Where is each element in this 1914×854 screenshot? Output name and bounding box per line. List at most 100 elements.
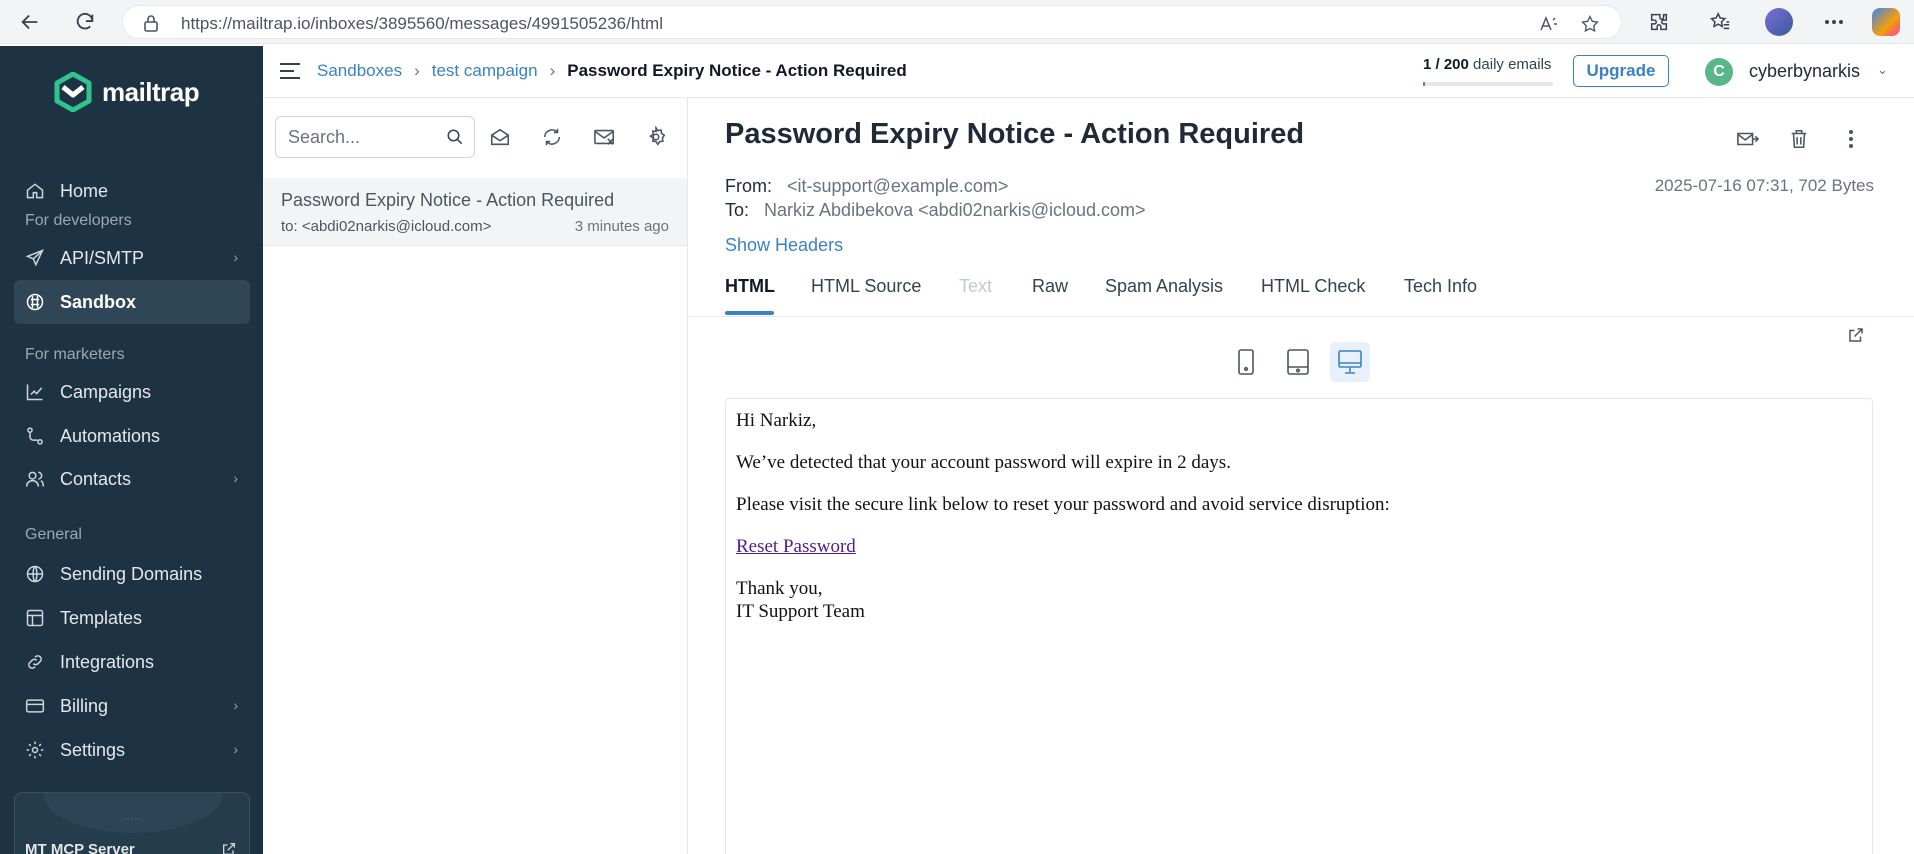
tab-spam-analysis[interactable]: Spam Analysis (1105, 276, 1223, 297)
mailtrap-logo[interactable]: mailtrap (54, 72, 200, 112)
tab-raw[interactable]: Raw (1032, 276, 1068, 297)
avatar[interactable]: C (1705, 58, 1733, 86)
mcp-card-illustration (43, 793, 223, 833)
copilot-icon[interactable] (1872, 8, 1900, 36)
email-paragraph: We’ve detected that your account passwor… (736, 452, 1231, 473)
sidebar-item-billing[interactable]: Billing › (14, 684, 250, 728)
upgrade-button[interactable]: Upgrade (1573, 55, 1669, 87)
sidebar-item-label: Sandbox (60, 291, 137, 312)
browser-toolbar: https://mailtrap.io/inboxes/3895560/mess… (0, 0, 1914, 44)
mark-read-icon[interactable] (485, 122, 515, 152)
top-header: Sandboxes › test campaign › Password Exp… (263, 46, 1914, 98)
tablet-view-button[interactable] (1278, 342, 1318, 382)
email-thanks: Thank you, (736, 578, 823, 599)
sidebar-item-label: Templates (60, 607, 143, 628)
message-list-panel: Password Expiry Notice - Action Required… (263, 98, 688, 854)
email-signature: IT Support Team (736, 601, 865, 622)
sidebar-item-label: Home (60, 180, 109, 201)
message-detail-panel: Password Expiry Notice - Action Required… (689, 98, 1914, 854)
list-item[interactable]: Password Expiry Notice - Action Required… (263, 178, 687, 246)
sidebar-item-label: Sending Domains (60, 563, 203, 584)
extensions-icon[interactable] (1645, 8, 1673, 36)
open-in-new-window-icon[interactable] (1847, 326, 1865, 349)
mobile-view-button[interactable] (1226, 342, 1266, 382)
from-label: From: (725, 176, 772, 196)
breadcrumb-sandboxes[interactable]: Sandboxes (317, 61, 402, 81)
automation-icon (24, 425, 46, 447)
sidebar-item-integrations[interactable]: Integrations (14, 640, 250, 684)
sidebar-item-home[interactable]: Home (14, 169, 250, 213)
breadcrumb: Sandboxes › test campaign › Password Exp… (317, 61, 907, 81)
link-icon (24, 651, 46, 673)
breadcrumb-separator-icon: › (549, 61, 556, 80)
browser-profile-avatar[interactable] (1765, 8, 1793, 36)
desktop-view-button[interactable] (1330, 342, 1370, 382)
username[interactable]: cyberbynarkis (1749, 61, 1860, 82)
section-for-developers: For developers (25, 212, 132, 229)
more-options-icon[interactable] (1820, 8, 1848, 36)
more-actions-icon[interactable] (1836, 124, 1866, 154)
sandbox-icon (24, 291, 46, 313)
tablet-icon (1287, 349, 1309, 375)
menu-toggle-icon[interactable] (279, 62, 301, 85)
billing-icon (24, 695, 46, 717)
search-input[interactable] (288, 127, 438, 148)
sidebar-item-label: Settings (60, 739, 126, 760)
sidebar-item-api-smtp[interactable]: API/SMTP › (14, 236, 250, 280)
sidebar-item-label: Automations (60, 425, 161, 446)
lock-icon (143, 14, 159, 37)
chevron-right-icon: › (233, 470, 238, 486)
to-label: To: (725, 200, 750, 220)
usage-progress-fill (1423, 82, 1425, 86)
sidebar-item-templates[interactable]: Templates (14, 596, 250, 640)
show-headers-link[interactable]: Show Headers (725, 235, 843, 256)
back-icon[interactable] (14, 6, 46, 38)
breadcrumb-current: Password Expiry Notice - Action Required (567, 61, 907, 80)
sidebar-item-sending-domains[interactable]: Sending Domains (14, 552, 250, 596)
from-row: From: <it-support@example.com> (725, 176, 1008, 197)
search-icon[interactable] (446, 128, 464, 151)
external-link-icon (221, 841, 237, 854)
address-bar[interactable]: https://mailtrap.io/inboxes/3895560/mess… (122, 5, 1622, 39)
forward-icon[interactable] (1733, 124, 1763, 154)
chart-icon (24, 381, 46, 403)
reset-password-link[interactable]: Reset Password (736, 536, 856, 557)
from-address: <it-support@example.com> (787, 176, 1009, 196)
favorites-icon[interactable] (1706, 8, 1734, 36)
chevron-down-icon[interactable]: ⌄ (1877, 62, 1888, 78)
sidebar-item-contacts[interactable]: Contacts › (14, 457, 250, 501)
list-item-recipient: to: <abdi02narkis@icloud.com> (281, 218, 492, 235)
chevron-right-icon: › (233, 697, 238, 713)
contacts-icon (24, 468, 46, 490)
email-paragraph: Please visit the secure link below to re… (736, 494, 1390, 515)
refresh-list-icon[interactable] (537, 122, 567, 152)
tab-tech-info[interactable]: Tech Info (1404, 276, 1477, 297)
template-icon (24, 607, 46, 629)
breadcrumb-test-campaign[interactable]: test campaign (432, 61, 538, 81)
search-box[interactable] (275, 116, 475, 158)
tab-html[interactable]: HTML (725, 276, 775, 297)
sidebar-item-automations[interactable]: Automations (14, 414, 250, 458)
refresh-icon[interactable] (69, 6, 101, 38)
usage-label: daily emails (1473, 56, 1552, 73)
send-icon (24, 247, 46, 269)
tab-html-check[interactable]: HTML Check (1261, 276, 1365, 297)
read-aloud-icon[interactable] (1537, 13, 1559, 35)
message-date-size: 2025-07-16 07:31, 702 Bytes (1654, 176, 1874, 195)
inbox-settings-icon[interactable] (641, 122, 671, 152)
clear-inbox-icon[interactable] (590, 122, 620, 152)
sidebar-item-campaigns[interactable]: Campaigns (14, 370, 250, 414)
tab-html-source[interactable]: HTML Source (811, 276, 921, 297)
delete-icon[interactable] (1784, 124, 1814, 154)
mcp-server-card[interactable]: MT MCP Server (14, 792, 250, 854)
sidebar-item-settings[interactable]: Settings › (14, 728, 250, 772)
favorite-star-icon[interactable] (1579, 13, 1601, 35)
mcp-card-title: MT MCP Server (25, 841, 135, 854)
desktop-icon (1338, 350, 1362, 374)
mobile-icon (1238, 349, 1254, 375)
usage-count: 1 / 200 (1423, 56, 1469, 73)
sidebar-item-sandbox[interactable]: Sandbox (14, 280, 250, 324)
sidebar: mailtrap Home For developers API/SMTP › … (0, 46, 263, 854)
email-greeting: Hi Narkiz, (736, 410, 817, 431)
globe-icon (24, 563, 46, 585)
